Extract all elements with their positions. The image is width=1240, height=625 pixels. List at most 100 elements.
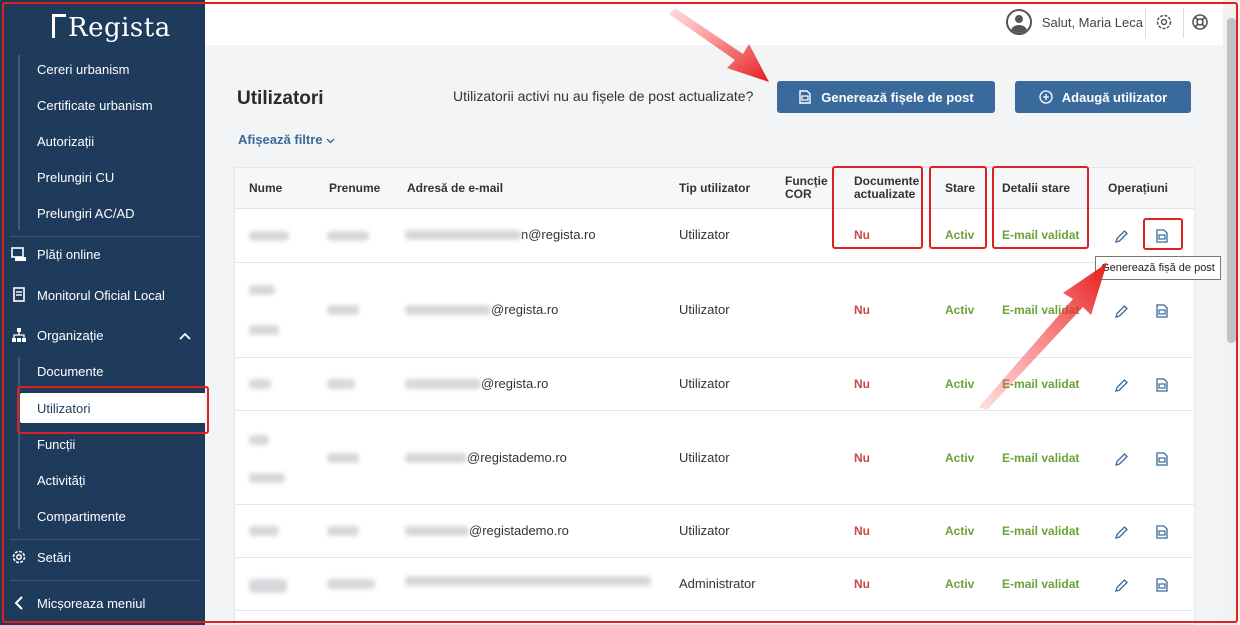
- collapse-menu-button[interactable]: Micșoreaza meniul: [0, 588, 205, 618]
- col-tip[interactable]: Tip utilizator: [679, 182, 750, 195]
- edit-pencil-icon[interactable]: [1112, 227, 1130, 245]
- col-operatiuni: Operațiuni: [1108, 181, 1169, 195]
- chevron-down-icon: [326, 132, 335, 147]
- redacted-first-name: [327, 579, 375, 589]
- status-badge: Activ: [945, 577, 975, 591]
- docs-status: Nu: [854, 451, 870, 465]
- col-nume[interactable]: Nume: [249, 182, 282, 195]
- redacted-first-name: [327, 379, 355, 389]
- sidebar-item-functii[interactable]: Funcții: [0, 429, 205, 459]
- edit-pencil-icon[interactable]: [1112, 576, 1130, 594]
- sidebar-item-certificate-urbanism[interactable]: Certificate urbanism: [0, 90, 205, 120]
- generate-job-sheet-icon[interactable]: [1153, 523, 1171, 541]
- status-badge: Activ: [945, 228, 975, 242]
- generate-job-sheet-icon[interactable]: [1153, 227, 1171, 245]
- gear-icon: [10, 548, 28, 566]
- outdated-notice: Utilizatorii activi nu au fișele de post…: [453, 88, 754, 104]
- avatar: [1005, 9, 1032, 35]
- sidebar-divider: [10, 236, 200, 237]
- page-scrollbar[interactable]: [1223, 0, 1240, 625]
- edit-pencil-icon[interactable]: [1112, 302, 1130, 320]
- redacted-first-name: [327, 453, 359, 463]
- redacted-first-name: [327, 231, 369, 241]
- redacted-email-local: [405, 229, 521, 240]
- edit-pencil-icon[interactable]: [1112, 376, 1130, 394]
- status-badge: Activ: [945, 303, 975, 317]
- email-cell: @regista.ro: [405, 376, 548, 391]
- status-detail: E-mail validat: [1002, 577, 1080, 591]
- tooltip: Generează fișă de post: [1095, 256, 1221, 280]
- sidebar-item-prelungiri-cu[interactable]: Prelungiri CU: [0, 162, 205, 192]
- redacted-name: [249, 435, 269, 445]
- generate-job-sheet-icon[interactable]: [1153, 376, 1171, 394]
- scrollbar-thumb[interactable]: [1227, 18, 1236, 343]
- org-chart-icon: [10, 326, 28, 344]
- sidebar-item-prelungiri-ac-ad[interactable]: Prelungiri AC/AD: [0, 198, 205, 228]
- email-cell: @registademo.ro: [405, 450, 567, 465]
- user-type: Utilizator: [679, 450, 730, 465]
- docs-status: Nu: [854, 303, 870, 317]
- generate-job-sheet-icon[interactable]: [1153, 302, 1171, 320]
- docs-status: Nu: [854, 228, 870, 242]
- chevron-up-icon[interactable]: [179, 328, 191, 343]
- docs-status: Nu: [854, 577, 870, 591]
- docs-status: Nu: [854, 524, 870, 538]
- logo-text: Regista: [68, 13, 171, 43]
- redacted-name: [249, 285, 275, 295]
- chevron-left-icon: [10, 594, 28, 612]
- redacted-name: [249, 231, 289, 241]
- status-detail: E-mail validat: [1002, 377, 1080, 391]
- sidebar-item-setari[interactable]: Setări: [0, 542, 205, 572]
- user-menu[interactable]: Salut, Maria Leca: [1005, 9, 1143, 35]
- col-functie-cor[interactable]: Funcție COR: [785, 175, 828, 201]
- user-type: Administrator: [679, 576, 756, 591]
- help-lifebuoy-icon[interactable]: [1190, 12, 1210, 32]
- regista-logo[interactable]: Regista: [52, 10, 171, 46]
- sidebar-item-compartimente[interactable]: Compartimente: [0, 501, 205, 531]
- redacted-email-local: [405, 304, 491, 315]
- add-user-button[interactable]: Adaugă utilizator: [1015, 81, 1191, 113]
- generate-job-sheets-button[interactable]: Generează fișele de post: [777, 81, 995, 113]
- sidebar-item-plati-online[interactable]: Plăți online: [0, 239, 205, 269]
- redacted-name: [249, 379, 271, 389]
- col-stare[interactable]: Stare: [945, 182, 975, 195]
- sidebar-item-utilizatori[interactable]: Utilizatori: [20, 393, 205, 423]
- plus-circle-icon: [1039, 90, 1053, 104]
- logo-mark-icon: [52, 14, 66, 38]
- generate-job-sheet-icon[interactable]: [1153, 576, 1171, 594]
- status-badge: Activ: [945, 524, 975, 538]
- redacted-first-name: [327, 305, 359, 315]
- sidebar-item-organizatie[interactable]: Organizație: [0, 320, 205, 350]
- sidebar-divider: [10, 539, 200, 540]
- col-email[interactable]: Adresă de e-mail: [407, 182, 503, 195]
- table-row: n@regista.ro Utilizator Nu Activ E-mail …: [235, 209, 1194, 263]
- status-detail: E-mail validat: [1002, 451, 1080, 465]
- settings-gear-icon[interactable]: [1154, 12, 1174, 32]
- col-detalii-stare[interactable]: Detalii stare: [1002, 182, 1070, 195]
- show-filters-link[interactable]: Afișează filtre: [238, 132, 335, 147]
- sidebar-item-documente[interactable]: Documente: [0, 356, 205, 386]
- top-header: Salut, Maria Leca: [205, 0, 1223, 45]
- redacted-name: [249, 526, 279, 536]
- page-title: Utilizatori: [237, 88, 324, 109]
- sidebar-item-activitati[interactable]: Activități: [0, 465, 205, 495]
- redacted-name: [249, 325, 279, 335]
- sidebar: Regista Cereri urbanism Certificate urba…: [0, 0, 205, 625]
- edit-pencil-icon[interactable]: [1112, 450, 1130, 468]
- col-prenume[interactable]: Prenume: [329, 182, 380, 195]
- user-type: Utilizator: [679, 376, 730, 391]
- sidebar-divider: [10, 580, 200, 581]
- edit-pencil-icon[interactable]: [1112, 523, 1130, 541]
- sidebar-item-cereri-urbanism[interactable]: Cereri urbanism: [0, 54, 205, 84]
- col-documente[interactable]: Documente actualizate: [854, 175, 919, 201]
- generate-job-sheet-icon[interactable]: [1153, 450, 1171, 468]
- sidebar-item-monitorul-oficial[interactable]: Monitorul Oficial Local: [0, 280, 205, 310]
- table-row: @regista.ro Utilizator Nu Activ E-mail v…: [235, 263, 1194, 358]
- redacted-name: [249, 473, 285, 483]
- status-detail: E-mail validat: [1002, 303, 1080, 317]
- document-generate-icon: [798, 90, 812, 104]
- email-cell: @regista.ro: [405, 302, 558, 317]
- users-table: Nume Prenume Adresă de e-mail Tip utiliz…: [234, 167, 1195, 625]
- email-cell: @registademo.ro: [405, 523, 569, 538]
- sidebar-item-autorizatii[interactable]: Autorizații: [0, 126, 205, 156]
